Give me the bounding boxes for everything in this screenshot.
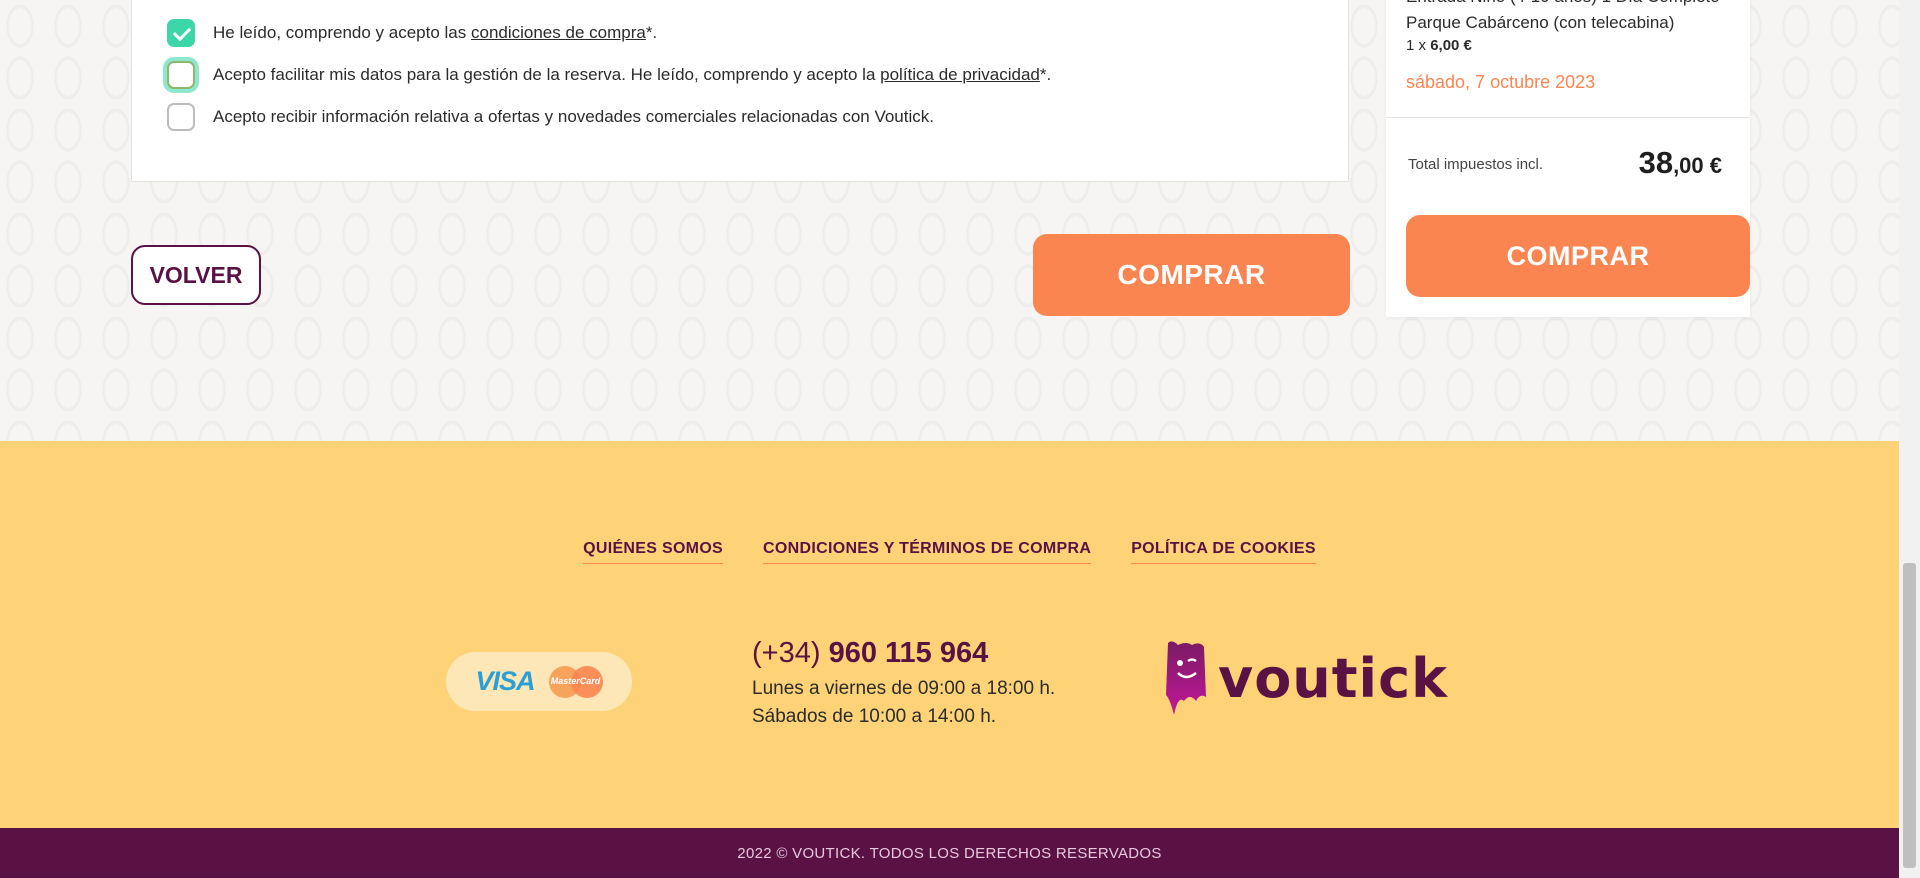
privacy-link[interactable]: política de privacidad: [880, 65, 1040, 84]
contact-phone: (+34) 960 115 964: [752, 637, 988, 670]
hours-weekdays: Lunes a viernes de 09:00 a 18:00 h.: [752, 678, 1056, 699]
footer-link-cookies[interactable]: POLÍTICA DE COOKIES: [1131, 540, 1316, 564]
footer-link-about[interactable]: QUIÉNES SOMOS: [583, 540, 724, 564]
phone-number[interactable]: 960 115 964: [829, 637, 989, 669]
total-price: 38,00 €: [1639, 145, 1722, 181]
visa-logo: VISA: [475, 666, 535, 696]
terms-consent-row: He leído, comprendo y acepto las condici…: [167, 19, 657, 47]
summary-buy-button[interactable]: COMPRAR: [1406, 215, 1750, 297]
terms-checkbox[interactable]: [167, 19, 195, 47]
back-button[interactable]: VOLVER: [131, 245, 261, 305]
marketing-consent-row: Acepto recibir información relativa a of…: [167, 103, 934, 131]
quantity-prefix: 1 x: [1406, 37, 1431, 54]
mascot-icon: [1166, 641, 1206, 715]
logo-wordmark: voutick: [1218, 646, 1448, 710]
buy-button[interactable]: COMPRAR: [1033, 234, 1350, 316]
marketing-checkbox[interactable]: [167, 103, 195, 131]
privacy-consent-label: Acepto facilitar mis datos para la gesti…: [213, 65, 1051, 85]
terms-prefix: He leído, comprendo y acepto las: [213, 23, 471, 42]
footer-link-terms[interactable]: CONDICIONES Y TÉRMINOS DE COMPRA: [763, 540, 1092, 564]
total-integer: 38: [1638, 145, 1674, 180]
privacy-suffix: *.: [1039, 65, 1052, 84]
terms-consent-label: He leído, comprendo y acepto las condici…: [213, 23, 657, 43]
marketing-consent-label: Acepto recibir información relativa a of…: [213, 107, 934, 126]
mastercard-text: MasterCard: [550, 675, 601, 686]
scrollbar-thumb[interactable]: [1903, 563, 1916, 868]
terms-suffix: *.: [645, 23, 658, 42]
privacy-prefix: Acepto facilitar mis datos para la gesti…: [213, 65, 881, 84]
privacy-consent-row: Acepto facilitar mis datos para la gesti…: [167, 61, 1051, 89]
tax-label: Total impuestos incl.: [1408, 156, 1544, 173]
footer-nav: QUIÉNES SOMOS CONDICIONES Y TÉRMINOS DE …: [0, 540, 1899, 564]
phone-prefix: (+34): [752, 637, 829, 669]
product-name: Entrada Niño (4-10 años) 1 Día Completo …: [1406, 0, 1720, 32]
copyright-text: 2022 © VOUTICK. TODOS LOS DERECHOS RESER…: [737, 844, 1162, 862]
terms-link[interactable]: condiciones de compra: [471, 23, 646, 42]
summary-divider: [1386, 117, 1750, 118]
voutick-logo[interactable]: voutick: [1162, 639, 1448, 717]
event-date: sábado, 7 octubre 2023: [1406, 72, 1596, 92]
consent-card: He leído, comprendo y acepto las condici…: [131, 0, 1349, 182]
privacy-checkbox[interactable]: [167, 61, 195, 89]
opening-hours: Lunes a viernes de 09:00 a 18:00 h. Sába…: [752, 675, 1055, 731]
unit-price: 6,00 €: [1430, 37, 1472, 54]
footer: QUIÉNES SOMOS CONDICIONES Y TÉRMINOS DE …: [0, 441, 1899, 828]
payment-methods: VISA MasterCard: [446, 652, 632, 711]
total-decimal: ,00 €: [1673, 153, 1722, 178]
order-summary: Entrada Niño (4-10 años) 1 Día Completo …: [1386, 0, 1750, 317]
quantity-price: 1 x 6,00 €: [1406, 37, 1472, 54]
copyright-bar: 2022 © VOUTICK. TODOS LOS DERECHOS RESER…: [0, 828, 1899, 878]
hours-saturday: Sábados de 10:00 a 14:00 h.: [752, 706, 997, 727]
mastercard-logo: MasterCard: [548, 665, 603, 698]
